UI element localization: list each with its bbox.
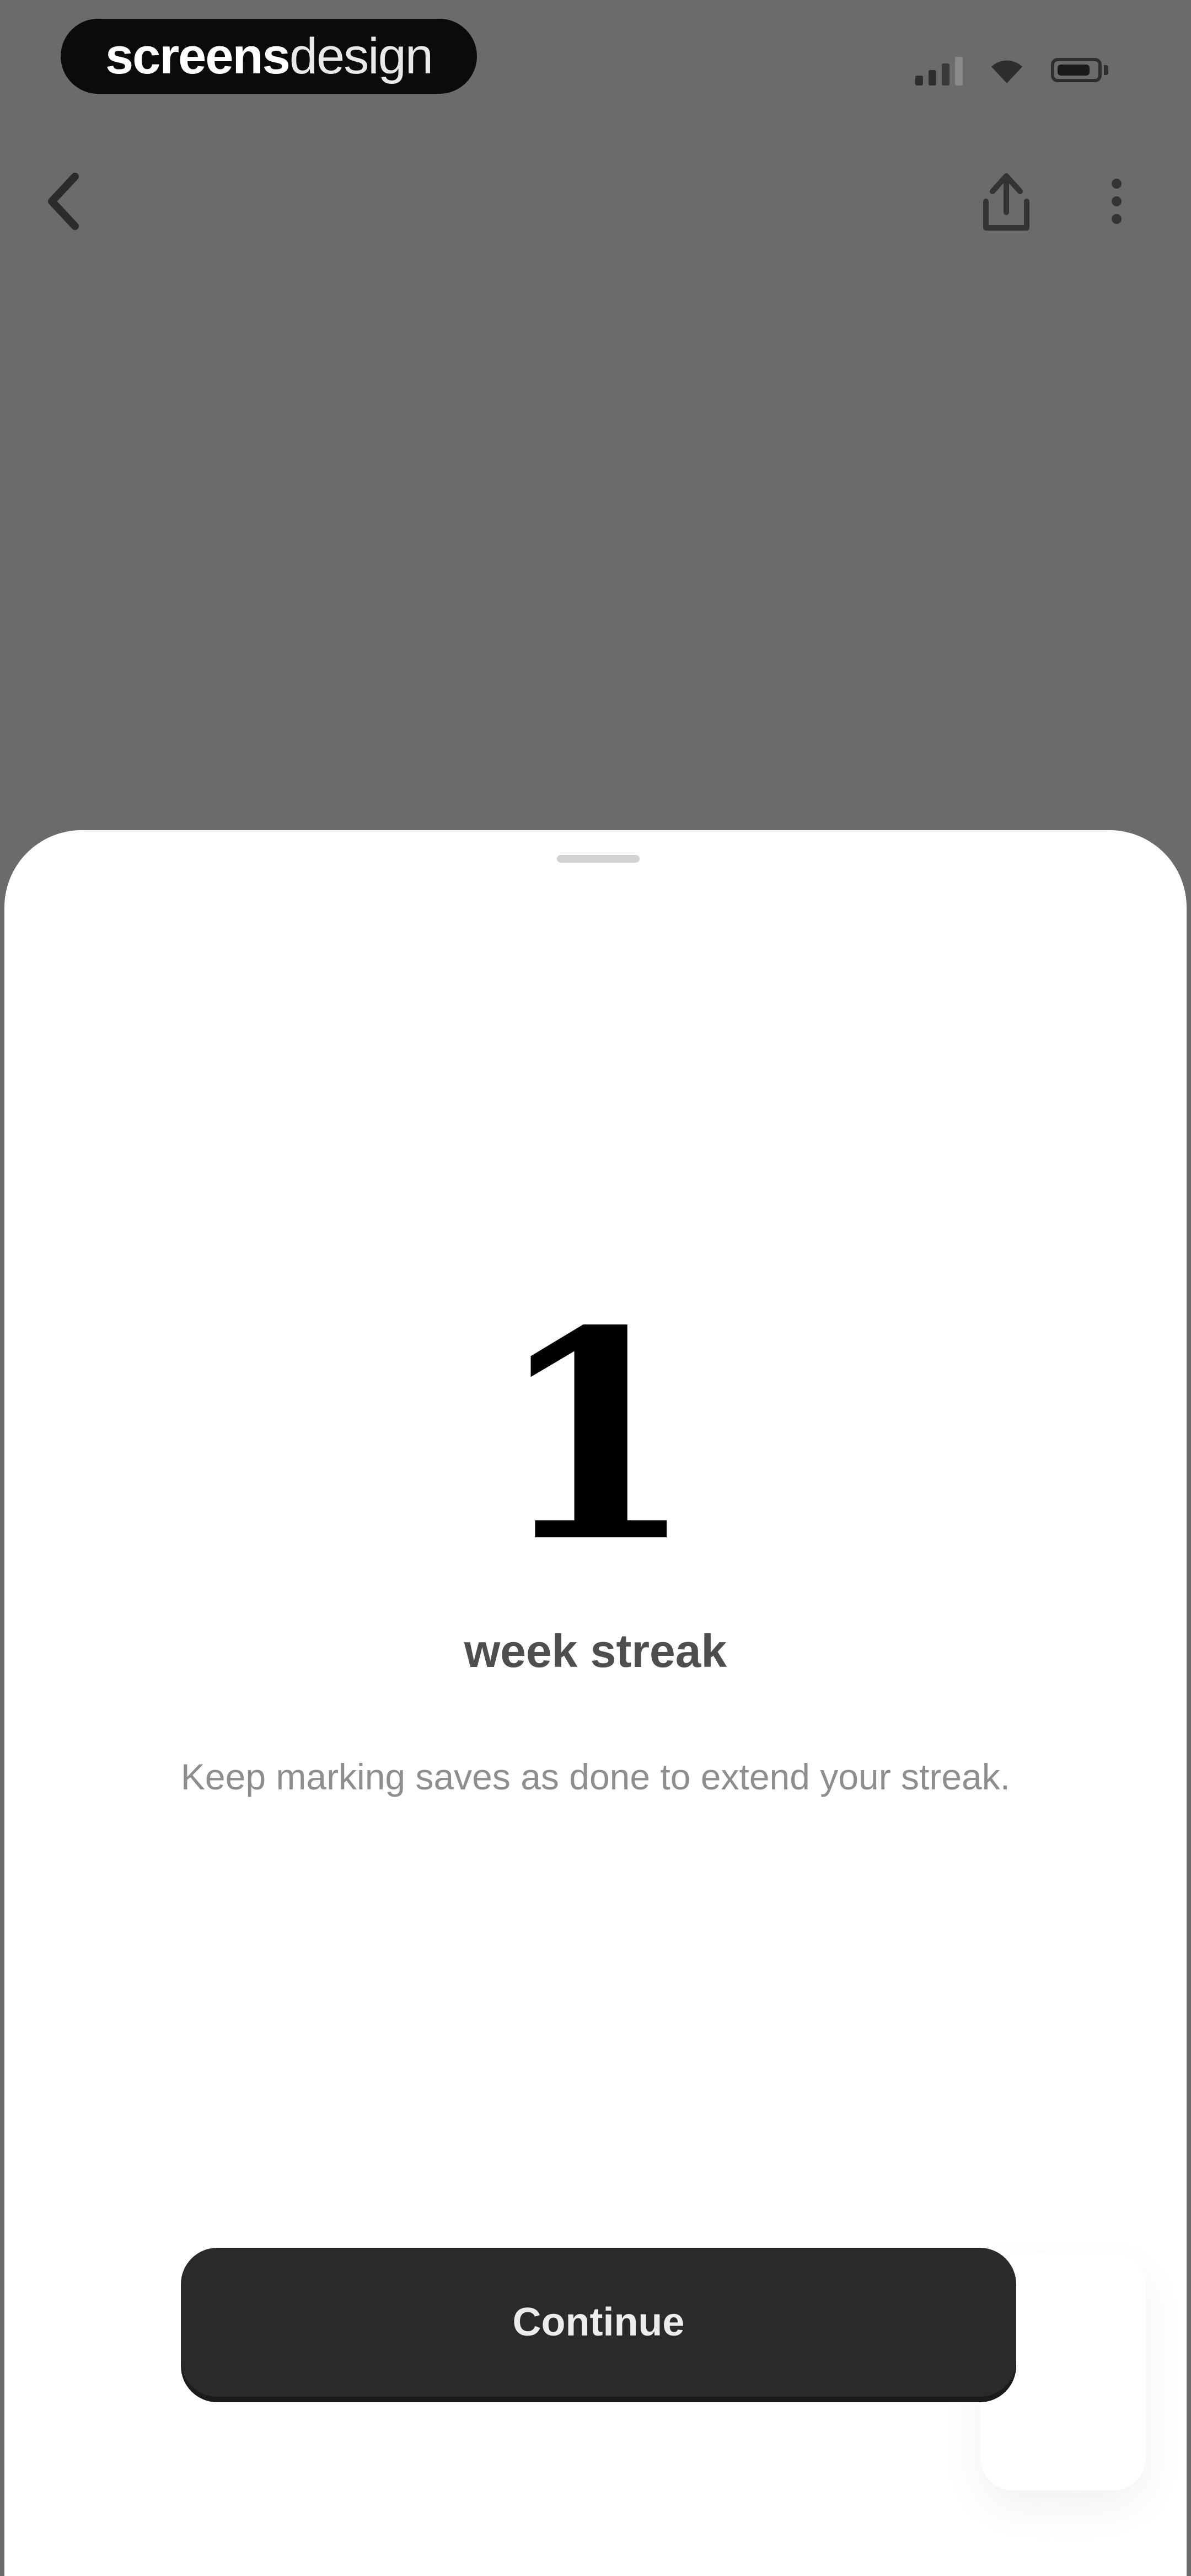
brand-text-bold: screens bbox=[105, 28, 291, 84]
wifi-icon bbox=[991, 60, 1022, 83]
streak-count: 1 bbox=[496, 1268, 695, 1605]
share-button[interactable] bbox=[970, 165, 1042, 237]
brand-watermark: screens design bbox=[61, 19, 477, 94]
streak-bottom-sheet: 1 week streak Keep marking saves as done… bbox=[4, 830, 1187, 2576]
more-vertical-icon bbox=[1112, 179, 1122, 224]
streak-label: week streak bbox=[464, 1625, 727, 1677]
dimmed-background[interactable] bbox=[0, 0, 1191, 883]
battery-icon bbox=[1051, 58, 1108, 82]
sheet-grabber[interactable] bbox=[557, 855, 640, 863]
cellular-signal-icon bbox=[915, 55, 963, 85]
status-icons bbox=[915, 51, 1108, 89]
brand-text-light: design bbox=[289, 28, 433, 84]
share-icon bbox=[983, 173, 1029, 231]
more-options-button[interactable] bbox=[1089, 165, 1144, 237]
streak-description: Keep marking saves as done to extend you… bbox=[180, 1756, 1011, 1797]
continue-button[interactable]: Continue bbox=[181, 2248, 1016, 2397]
back-button[interactable] bbox=[28, 165, 99, 237]
chevron-left-icon bbox=[48, 173, 79, 230]
